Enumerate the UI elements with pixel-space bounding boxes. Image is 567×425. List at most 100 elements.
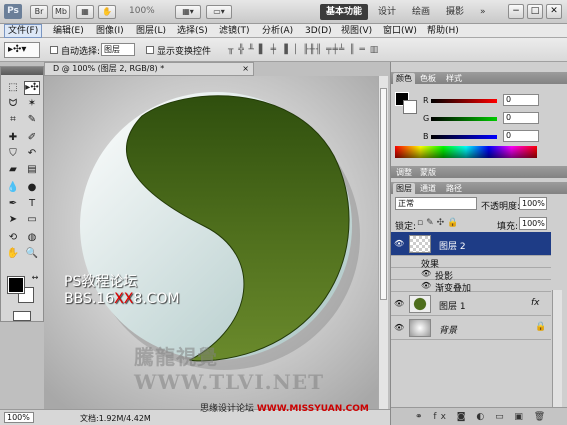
color-spectrum-bar[interactable] bbox=[395, 146, 537, 158]
zoom-level-dropdown[interactable]: 100% bbox=[129, 6, 155, 16]
visibility-eye-icon[interactable]: 👁 bbox=[394, 239, 404, 248]
menu-view[interactable]: 视图(V) bbox=[338, 24, 375, 38]
magic-wand-icon[interactable]: ✶ bbox=[24, 97, 40, 111]
3d-orbit-icon[interactable]: ◍ bbox=[24, 231, 40, 245]
marquee-tool-icon[interactable]: ⬚ bbox=[5, 81, 21, 95]
vertical-scrollbar[interactable] bbox=[378, 76, 388, 409]
menu-help[interactable]: 帮助(H) bbox=[424, 24, 462, 38]
auto-select-checkbox[interactable] bbox=[50, 46, 58, 54]
menu-select[interactable]: 选择(S) bbox=[174, 24, 211, 38]
hand-tool-icon-2[interactable]: ✋ bbox=[5, 247, 21, 261]
green-value-field[interactable]: 0 bbox=[503, 112, 539, 124]
3d-rotate-icon[interactable]: ⟲ bbox=[5, 231, 21, 245]
lasso-tool-icon[interactable]: ᗢ bbox=[5, 97, 21, 111]
fx-icon[interactable]: fx bbox=[531, 298, 540, 308]
quick-mask-button[interactable] bbox=[13, 311, 31, 321]
canvas-area[interactable]: PS教程论坛 BBS.16XX8.COM 騰龍視覺 WWW.TLVI.NET bbox=[44, 76, 378, 409]
screen-mode-icon[interactable]: ▭▾ bbox=[206, 5, 232, 19]
effect-eye-icon[interactable]: 👁 bbox=[421, 269, 431, 278]
more-workspaces-icon[interactable]: » bbox=[474, 4, 492, 20]
close-doc-icon[interactable]: × bbox=[242, 63, 249, 75]
lock-icons[interactable]: ▫✎✣🔒 bbox=[417, 218, 461, 228]
tool-preset-picker[interactable]: ▸✣▾ bbox=[4, 42, 40, 58]
opacity-field[interactable]: 100% bbox=[519, 197, 547, 210]
blue-value-field[interactable]: 0 bbox=[503, 130, 539, 142]
tab-paths[interactable]: 路径 bbox=[443, 183, 465, 194]
view-extras-icon[interactable]: ▦ bbox=[76, 5, 94, 19]
tab-swatches[interactable]: 色板 bbox=[417, 73, 439, 84]
crop-tool-icon[interactable]: ⌗ bbox=[5, 113, 21, 127]
eyedropper-icon[interactable]: ✎ bbox=[24, 113, 40, 127]
drop-shadow-row[interactable]: 👁 投影 bbox=[391, 268, 551, 282]
minibridge-button[interactable]: Mb bbox=[52, 5, 70, 19]
fill-field[interactable]: 100% bbox=[519, 217, 547, 230]
menu-analysis[interactable]: 分析(A) bbox=[259, 24, 296, 38]
foreground-color-swatch[interactable] bbox=[7, 276, 25, 294]
tab-channels[interactable]: 通道 bbox=[417, 183, 439, 194]
menu-3d[interactable]: 3D(D) bbox=[302, 24, 335, 38]
layer-name: 图层 1 bbox=[439, 302, 466, 312]
layers-scrollbar[interactable] bbox=[552, 290, 562, 407]
menu-edit[interactable]: 编辑(E) bbox=[50, 24, 87, 38]
scroll-thumb[interactable] bbox=[380, 88, 387, 300]
gradient-tool-icon[interactable]: ▤ bbox=[24, 163, 40, 177]
auto-select-dropdown[interactable]: 图层 bbox=[101, 43, 135, 56]
menu-layer[interactable]: 图层(L) bbox=[133, 24, 169, 38]
tab-adjustments[interactable]: 调整 bbox=[393, 167, 415, 178]
brush-tool-icon[interactable]: ✐ bbox=[24, 131, 40, 145]
tab-styles[interactable]: 样式 bbox=[443, 73, 465, 84]
zoom-field[interactable]: 100% bbox=[4, 412, 34, 423]
layers-panel-tabs: 图层 通道 路径 bbox=[391, 182, 567, 194]
gradient-overlay-row[interactable]: 👁 渐变叠加 bbox=[391, 280, 551, 294]
swap-colors-icon[interactable]: ↔ bbox=[27, 271, 43, 285]
layers-footer-icons[interactable]: ⚭ fx ◙ ◐ ▭ ▣ 🗑 bbox=[391, 407, 567, 425]
workspace-design[interactable]: 设计 bbox=[372, 4, 402, 20]
arrange-documents-icon[interactable]: ▦▾ bbox=[175, 5, 201, 19]
hand-tool-icon[interactable]: ✋ bbox=[98, 5, 116, 19]
tab-layers[interactable]: 图层 bbox=[393, 183, 415, 194]
red-value-field[interactable]: 0 bbox=[503, 94, 539, 106]
restore-button[interactable]: □ bbox=[527, 4, 543, 19]
healing-brush-icon[interactable]: ✚ bbox=[5, 131, 21, 145]
close-button[interactable]: ✕ bbox=[546, 4, 562, 19]
menu-image[interactable]: 图像(I) bbox=[93, 24, 127, 38]
zoom-tool-icon[interactable]: 🔍 bbox=[24, 247, 40, 261]
pen-tool-icon[interactable]: ✒ bbox=[5, 197, 21, 211]
workspace-photography[interactable]: 摄影 bbox=[440, 4, 470, 20]
shape-tool-icon[interactable]: ▭ bbox=[24, 213, 40, 227]
menu-window[interactable]: 窗口(W) bbox=[380, 24, 420, 38]
blur-tool-icon[interactable]: 💧 bbox=[5, 181, 21, 195]
align-icons[interactable]: ╥ ╬ ╨ ▌ ╪ ▐ │ ╟╫╢ ╤╪╧ ║ ═ ▥ bbox=[228, 45, 379, 55]
blend-mode-dropdown[interactable]: 正常 bbox=[395, 197, 477, 210]
red-slider[interactable] bbox=[431, 99, 497, 103]
layer-row-1[interactable]: 👁 图层 1 fx bbox=[391, 292, 551, 316]
minimize-button[interactable]: − bbox=[508, 4, 524, 19]
fill-label: 填充: bbox=[497, 222, 519, 232]
green-slider[interactable] bbox=[431, 117, 497, 121]
bridge-button[interactable]: Br bbox=[30, 5, 48, 19]
document-tab[interactable]: D @ 100% (图层 2, RGB/8) * × bbox=[44, 62, 254, 76]
move-tool-icon[interactable]: ▸✣ bbox=[24, 81, 40, 95]
dodge-tool-icon[interactable]: ● bbox=[24, 181, 40, 195]
tab-color[interactable]: 颜色 bbox=[393, 73, 415, 84]
toolbox-header[interactable] bbox=[1, 67, 43, 75]
color-bg-swatch[interactable] bbox=[403, 100, 417, 114]
layer-row-2[interactable]: 👁 图层 2 bbox=[391, 232, 551, 256]
tab-masks[interactable]: 蒙版 bbox=[417, 167, 439, 178]
clone-stamp-icon[interactable]: ⛉ bbox=[5, 147, 21, 161]
workspace-painting[interactable]: 绘画 bbox=[406, 4, 436, 20]
path-selection-icon[interactable]: ➤ bbox=[5, 213, 21, 227]
visibility-eye-icon[interactable]: 👁 bbox=[394, 299, 404, 308]
show-transform-checkbox[interactable] bbox=[146, 46, 154, 54]
effects-row[interactable]: 效果 bbox=[391, 256, 551, 270]
menu-filter[interactable]: 滤镜(T) bbox=[216, 24, 253, 38]
background-layer-row[interactable]: 👁 背景 🔒 bbox=[391, 316, 551, 340]
blue-slider[interactable] bbox=[431, 135, 497, 139]
menu-file[interactable]: 文件(F) bbox=[4, 24, 43, 38]
workspace-essentials[interactable]: 基本功能 bbox=[320, 4, 369, 20]
eraser-tool-icon[interactable]: ▰ bbox=[5, 163, 21, 177]
type-tool-icon[interactable]: T bbox=[24, 197, 40, 211]
history-brush-icon[interactable]: ↶ bbox=[24, 147, 40, 161]
effect-eye-icon[interactable]: 👁 bbox=[421, 281, 431, 290]
visibility-eye-icon[interactable]: 👁 bbox=[394, 323, 404, 332]
